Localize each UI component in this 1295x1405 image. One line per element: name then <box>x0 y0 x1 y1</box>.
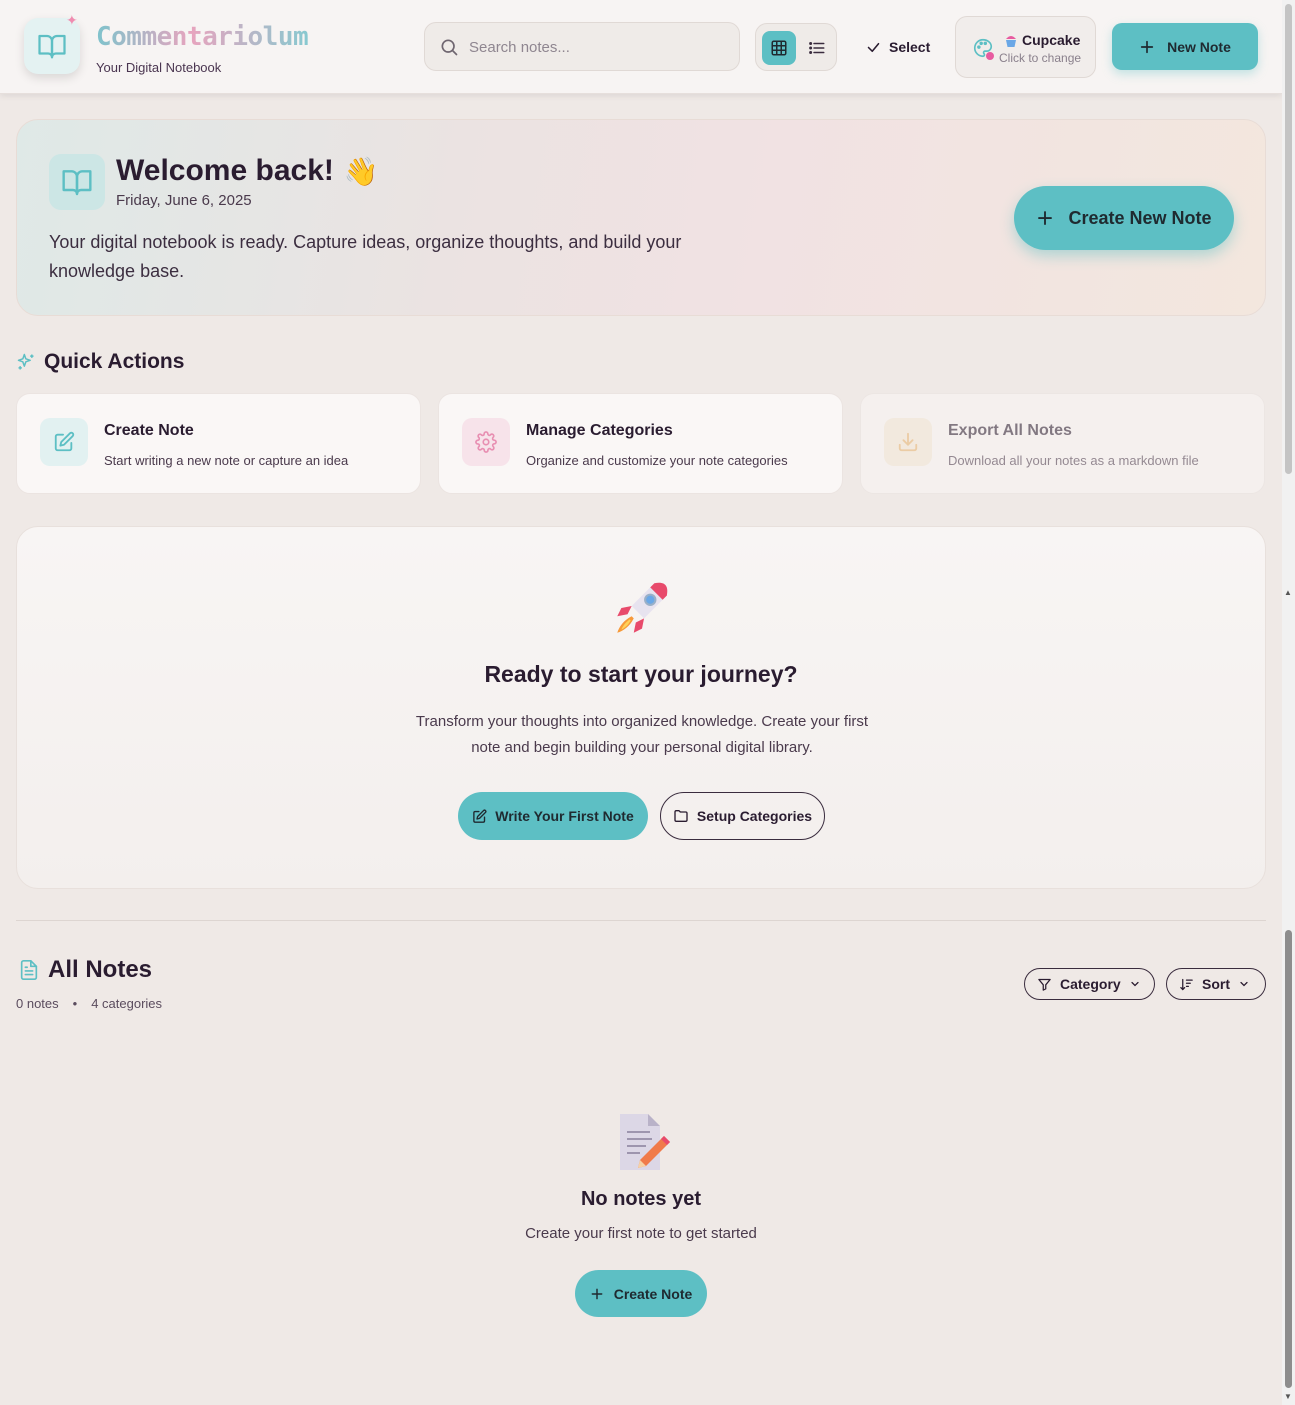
brand-subtitle: Your Digital Notebook <box>96 60 222 75</box>
create-new-note-button[interactable]: Create New Note <box>1014 186 1234 250</box>
grid-view-button[interactable] <box>762 31 796 65</box>
memo-icon <box>620 1114 670 1170</box>
quick-action-icon-box <box>462 418 510 466</box>
quick-action-icon-box <box>40 418 88 466</box>
edit-icon <box>473 809 487 823</box>
setup-categories-label: Setup Categories <box>696 808 813 824</box>
sparkles-icon <box>17 353 34 370</box>
cupcake-icon <box>1006 36 1016 47</box>
page-scrollbar[interactable]: ▲ ▼ <box>1282 0 1295 1405</box>
welcome-banner: Welcome back! 👋 Friday, June 6, 2025 You… <box>16 119 1266 316</box>
empty-state-title: No notes yet <box>580 1188 702 1210</box>
app-page: ✦ Commentariolum Your Digital Notebook S… <box>0 0 1282 1405</box>
list-view-button[interactable] <box>800 31 834 65</box>
sort-label: Sort <box>1202 976 1230 992</box>
category-filter-button[interactable]: Category <box>1024 968 1155 1000</box>
welcome-title: Welcome back! 👋 <box>116 154 379 188</box>
quick-action-create-note[interactable]: Create Note Start writing a new note or … <box>16 393 421 494</box>
quick-action-title: Create Note <box>104 422 194 439</box>
list-icon <box>809 42 825 54</box>
check-icon <box>867 42 880 52</box>
new-note-label: New Note <box>1167 38 1231 55</box>
quick-action-desc: Start writing a new note or capture an i… <box>104 453 349 468</box>
notes-count: 0 notes <box>16 996 59 1011</box>
top-header: ✦ Commentariolum Your Digital Notebook S… <box>0 0 1282 94</box>
sort-button[interactable]: Sort <box>1166 968 1266 1000</box>
quick-action-manage-categories[interactable]: Manage Categories Organize and customize… <box>438 393 843 494</box>
brand-title: Commentariolum <box>96 22 309 52</box>
folder-icon <box>674 810 688 822</box>
theme-name: Cupcake <box>1022 32 1081 48</box>
select-button[interactable]: Select <box>858 32 938 62</box>
waving-hand-icon: 👋 <box>343 155 379 187</box>
all-notes-meta: 0 notes • 4 categories <box>16 996 162 1011</box>
quick-action-desc: Organize and customize your note categor… <box>526 453 788 468</box>
book-open-icon <box>62 170 92 196</box>
scroll-down-arrow-icon[interactable]: ▼ <box>1284 1392 1292 1401</box>
chevron-down-icon <box>1131 981 1139 987</box>
book-open-icon <box>38 34 66 59</box>
select-label: Select <box>889 39 931 55</box>
welcome-date: Friday, June 6, 2025 <box>116 192 252 209</box>
welcome-title-text: Welcome back! <box>116 154 334 187</box>
theme-hint: Click to change <box>999 51 1082 65</box>
write-first-note-button[interactable]: Write Your First Note <box>458 792 648 840</box>
welcome-book-icon-box <box>49 154 105 210</box>
chevron-down-icon <box>1240 981 1248 987</box>
create-note-label: Create Note <box>613 1285 693 1302</box>
scroll-up-arrow-icon[interactable]: ▲ <box>1284 588 1292 597</box>
quick-actions-title: Quick Actions <box>44 350 185 373</box>
welcome-text: Your digital notebook is ready. Capture … <box>49 232 682 281</box>
write-first-note-label: Write Your First Note <box>495 808 634 824</box>
quick-action-title: Export All Notes <box>948 422 1072 439</box>
quick-action-icon-box <box>884 418 932 466</box>
quick-actions-heading: Quick Actions <box>16 350 184 374</box>
journey-title: Ready to start your journey? <box>484 661 798 687</box>
quick-action-desc: Download all your notes as a markdown fi… <box>948 453 1199 468</box>
scrollbar-thumb-upper[interactable] <box>1285 4 1292 474</box>
all-notes-title: All Notes <box>48 956 153 983</box>
download-icon <box>898 432 918 452</box>
meta-separator: • <box>72 996 78 1011</box>
view-toggle <box>755 23 837 71</box>
categories-count: 4 categories <box>91 996 163 1011</box>
category-filter-label: Category <box>1060 976 1121 992</box>
edit-icon <box>54 431 75 452</box>
grid-icon <box>771 40 787 56</box>
create-note-button[interactable]: Create Note <box>575 1270 707 1317</box>
new-note-button[interactable]: New Note <box>1112 23 1258 70</box>
rocket-icon <box>617 582 668 633</box>
sort-icon <box>1180 978 1193 990</box>
search-icon <box>441 39 458 56</box>
theme-switcher-button[interactable]: Cupcake Click to change <box>955 16 1096 78</box>
create-new-note-label: Create New Note <box>1068 207 1212 228</box>
scrollbar-thumb[interactable] <box>1285 930 1292 1388</box>
journey-text: Transform your thoughts into organized k… <box>415 713 869 756</box>
empty-state-text: Create your first note to get started <box>525 1225 757 1242</box>
theme-dot <box>986 52 994 60</box>
section-divider <box>16 920 1266 921</box>
quick-action-title: Manage Categories <box>526 422 673 439</box>
search-input[interactable] <box>469 35 729 59</box>
search-box <box>424 22 740 71</box>
plus-icon <box>591 1288 603 1299</box>
all-notes-heading: All Notes <box>18 956 152 984</box>
file-text-icon <box>20 960 38 980</box>
gear-icon <box>475 431 497 453</box>
plus-icon <box>1038 211 1053 225</box>
plus-icon <box>1140 40 1154 53</box>
getting-started-card: Ready to start your journey? Transform y… <box>16 526 1266 889</box>
setup-categories-button[interactable]: Setup Categories <box>660 792 825 840</box>
filter-icon <box>1038 978 1051 991</box>
quick-action-export-notes[interactable]: Export All Notes Download all your notes… <box>860 393 1265 494</box>
sparkle-icon: ✦ <box>66 12 78 28</box>
